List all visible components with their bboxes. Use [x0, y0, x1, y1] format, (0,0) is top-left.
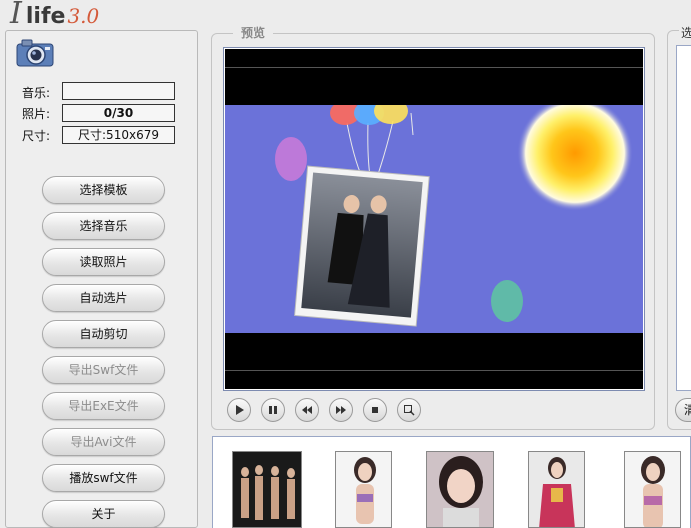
camera-icon: [14, 36, 56, 68]
stop-icon: [372, 407, 378, 413]
logo-life: life: [25, 4, 66, 29]
zoom-icon: [404, 405, 415, 416]
export-exe-button[interactable]: 导出ExE文件: [42, 392, 165, 420]
slideshow-scene: [225, 95, 643, 333]
auto-crop-button[interactable]: 自动剪切: [42, 320, 165, 348]
right-panel-title: 选: [679, 24, 691, 41]
preview-screen: [225, 49, 643, 389]
fast-forward-icon: [336, 406, 346, 414]
photo-label: 照片:: [22, 107, 51, 121]
music-label: 音乐:: [22, 86, 51, 100]
zoom-button[interactable]: [397, 398, 421, 422]
rewind-icon: [302, 406, 312, 414]
preview-frame: [223, 47, 645, 391]
logo-i: I: [10, 0, 22, 31]
photo-thumbnail[interactable]: [335, 451, 392, 528]
export-avi-button[interactable]: 导出Avi文件: [42, 428, 165, 456]
size-label: 尺寸:: [22, 129, 51, 143]
letterbox-line-bottom: [225, 370, 643, 371]
export-swf-button[interactable]: 导出Swf文件: [42, 356, 165, 384]
rewind-button[interactable]: [295, 398, 319, 422]
music-field: [62, 82, 175, 100]
play-icon: [236, 405, 244, 415]
scene-artwork: [275, 95, 633, 327]
pause-button[interactable]: [261, 398, 285, 422]
stop-button[interactable]: [363, 398, 387, 422]
photo-thumbnail[interactable]: [528, 451, 585, 528]
about-button[interactable]: 关于: [42, 500, 165, 528]
photo-thumbnail[interactable]: [232, 451, 302, 528]
app-logo: I life 3.0: [10, 0, 100, 31]
select-music-button[interactable]: 选择音乐: [42, 212, 165, 240]
play-button[interactable]: [227, 398, 251, 422]
read-photos-button[interactable]: 读取照片: [42, 248, 165, 276]
letterbox-line-top: [225, 67, 643, 68]
preview-title: 预览: [233, 24, 274, 41]
auto-select-button[interactable]: 自动选片: [42, 284, 165, 312]
fast-forward-button[interactable]: [329, 398, 353, 422]
select-template-button[interactable]: 选择模板: [42, 176, 165, 204]
size-field: 尺寸:510x679: [62, 126, 175, 144]
photo-count-field: 0/30: [62, 104, 175, 122]
template-list[interactable]: [676, 45, 691, 391]
logo-version: 3.0: [67, 4, 100, 28]
photo-thumbnail[interactable]: [426, 451, 494, 528]
pause-icon: [269, 406, 277, 414]
play-swf-button[interactable]: 播放swf文件: [42, 464, 165, 492]
photo-thumbnail[interactable]: [624, 451, 681, 528]
